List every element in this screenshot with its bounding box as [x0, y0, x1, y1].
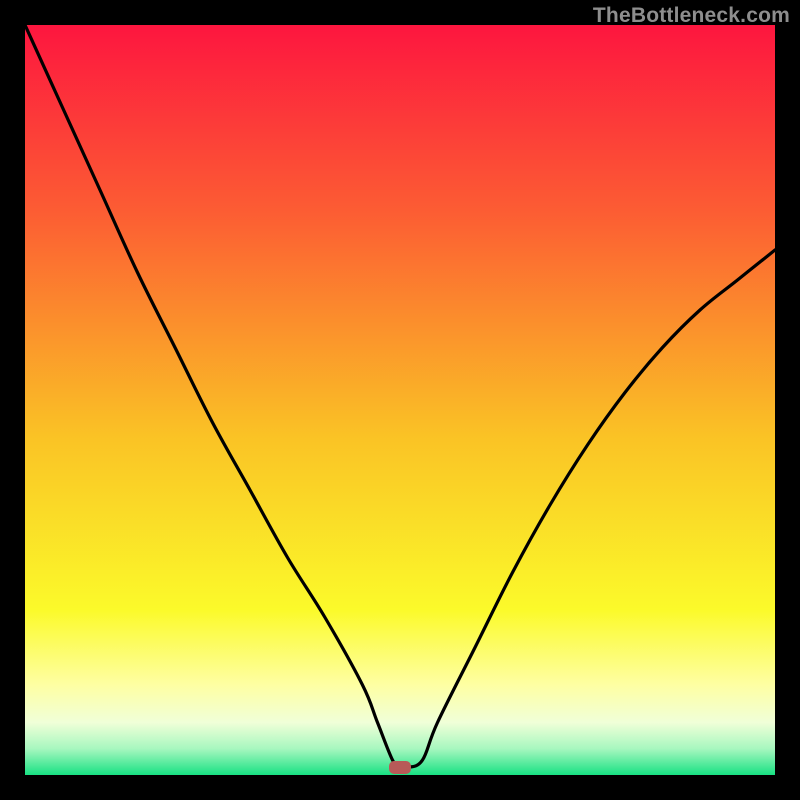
optimal-point-marker — [389, 761, 411, 774]
chart-frame: TheBottleneck.com — [0, 0, 800, 800]
chart-plot-area — [25, 25, 775, 775]
chart-svg — [25, 25, 775, 775]
chart-background-gradient — [25, 25, 775, 775]
